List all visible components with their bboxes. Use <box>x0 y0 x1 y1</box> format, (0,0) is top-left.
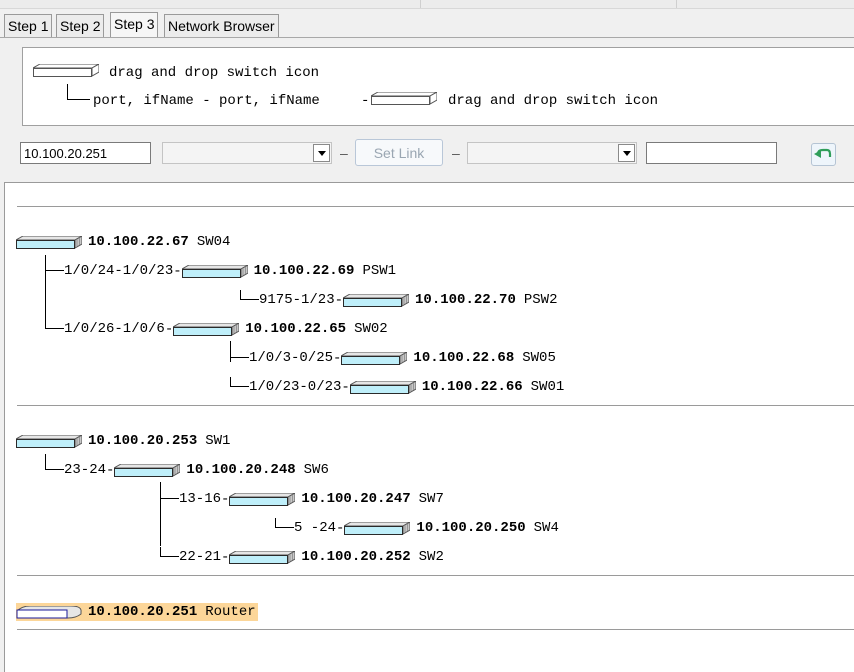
right-port-select[interactable] <box>467 142 637 164</box>
node-ports: 22-21 <box>179 549 222 565</box>
switch-icon[interactable] <box>229 551 295 564</box>
separator-dash: – <box>452 145 460 161</box>
node-name: SW4 <box>533 520 559 536</box>
legend-line-2: port, ifName - port, ifName <box>93 93 320 109</box>
separator-dash: – <box>340 145 348 161</box>
node-ip: 10.100.22.67 <box>88 234 189 250</box>
tree-node[interactable]: 1/0/26-1/0/6- 10.100.22.65 SW02 <box>45 319 388 338</box>
tree-elbow <box>240 290 259 300</box>
legend-connector <box>67 84 90 100</box>
tree-elbow <box>230 377 249 387</box>
target-input[interactable] <box>646 142 777 164</box>
chevron-down-icon[interactable] <box>618 144 635 162</box>
node-ports: 5 -24 <box>294 520 337 536</box>
router-ip: 10.100.20.251 <box>88 604 198 620</box>
tab-step-2[interactable]: Step 2 <box>56 14 105 37</box>
switch-icon <box>371 92 437 105</box>
node-ip: 10.100.22.65 <box>245 321 347 337</box>
tab-network-browser[interactable]: Network Browser <box>164 14 279 37</box>
tree-elbow <box>275 518 294 528</box>
tree-elbow <box>45 261 64 271</box>
switch-icon[interactable] <box>341 352 407 365</box>
router-name: Router <box>205 604 256 620</box>
switch-icon[interactable] <box>173 323 239 336</box>
router-row[interactable]: 10.100.20.251 Router <box>16 603 258 621</box>
switch-icon <box>33 64 99 77</box>
divider <box>420 0 421 8</box>
tree-node[interactable]: 23-24- 10.100.20.248 SW6 <box>45 460 329 479</box>
tree-node[interactable]: 22-21- 10.100.20.252 SW2 <box>160 547 444 566</box>
tree-node[interactable]: 9175-1/23- 10.100.22.70 PSW2 <box>240 290 558 309</box>
legend-line-1: drag and drop switch icon <box>109 65 320 81</box>
switch-icon[interactable] <box>182 265 248 278</box>
node-name: SW2 <box>418 549 444 565</box>
tab-bar: Step 1 Step 2 Step 3 Network Browser <box>0 12 854 38</box>
node-name: SW05 <box>522 350 556 366</box>
group-separator <box>17 575 854 576</box>
topology-tree[interactable]: 10.100.22.67 SW04 1/0/24-1/0/23- 10.100.22… <box>4 182 854 672</box>
tree-node[interactable]: 5 -24- 10.100.20.250 SW4 <box>275 518 559 537</box>
tree-node[interactable]: 1/0/24-1/0/23- 10.100.22.69 PSW1 <box>45 261 397 280</box>
tab-divider <box>0 37 854 38</box>
node-ip: 10.100.22.70 <box>415 292 516 308</box>
node-ports: 1/0/23-0/23 <box>249 379 342 395</box>
undo-button[interactable] <box>811 143 836 166</box>
node-ip: 10.100.22.66 <box>421 379 523 395</box>
tree-root[interactable]: 10.100.22.67 SW04 <box>16 234 230 250</box>
tree-node[interactable]: 13-16- 10.100.20.247 SW7 <box>160 489 444 508</box>
switch-icon[interactable] <box>16 236 82 249</box>
ip-input[interactable]: 10.100.20.251 <box>20 142 151 164</box>
tab-step-1[interactable]: Step 1 <box>4 14 53 37</box>
undo-icon <box>814 148 832 158</box>
node-name: SW1 <box>205 433 231 449</box>
node-name: PSW1 <box>362 263 397 279</box>
tree-elbow <box>160 489 179 499</box>
node-ports: 1/0/26-1/0/6 <box>64 321 165 337</box>
node-name: PSW2 <box>523 292 558 308</box>
tree-node[interactable]: 1/0/3-0/25- 10.100.22.68 SW05 <box>230 348 556 367</box>
group-separator <box>17 629 854 630</box>
switch-icon[interactable] <box>229 493 295 506</box>
node-ip: 10.100.20.253 <box>88 433 198 449</box>
chevron-down-icon[interactable] <box>313 144 330 162</box>
node-ip: 10.100.20.252 <box>301 549 411 565</box>
node-name: SW02 <box>354 321 388 337</box>
switch-icon[interactable] <box>16 435 82 448</box>
tree-elbow <box>45 319 64 329</box>
node-ports: 23-24 <box>64 462 107 478</box>
switch-icon[interactable] <box>350 381 416 394</box>
node-ip: 10.100.22.69 <box>253 263 355 279</box>
switch-icon[interactable] <box>114 464 180 477</box>
divider <box>676 0 677 8</box>
tree-elbow <box>230 348 249 358</box>
legend-line-2-suffix: drag and drop switch icon <box>448 93 659 109</box>
switch-icon[interactable] <box>344 522 410 535</box>
node-ports: 1/0/3-0/25 <box>249 350 334 366</box>
node-ports: 1/0/24-1/0/23 <box>64 263 174 279</box>
node-ip: 10.100.20.248 <box>186 462 296 478</box>
switch-icon[interactable] <box>343 294 409 307</box>
node-ip: 10.100.20.250 <box>416 520 526 536</box>
node-ip: 10.100.20.247 <box>301 491 411 507</box>
node-ports: 13-16 <box>179 491 222 507</box>
legend-panel: drag and drop switch icon port, ifName -… <box>22 47 854 126</box>
group-separator <box>17 206 854 207</box>
tree-elbow <box>45 460 64 470</box>
left-port-select[interactable] <box>162 142 332 164</box>
node-name: SW01 <box>530 379 565 395</box>
tree-root[interactable]: 10.100.20.253 SW1 <box>16 433 230 449</box>
tree-elbow <box>160 547 179 557</box>
tab-step-3[interactable]: Step 3 <box>110 12 159 38</box>
router-icon[interactable] <box>16 606 82 619</box>
group-separator <box>17 405 854 406</box>
tree-node[interactable]: 1/0/23-0/23- 10.100.22.66 SW01 <box>230 377 565 396</box>
node-name: SW7 <box>418 491 444 507</box>
node-ip: 10.100.22.68 <box>413 350 515 366</box>
node-name: SW04 <box>196 234 231 250</box>
node-ports: 9175-1/23 <box>259 292 335 308</box>
top-strip <box>0 0 854 9</box>
node-name: SW6 <box>303 462 329 478</box>
set-link-button[interactable]: Set Link <box>355 139 443 166</box>
legend-dash: - <box>361 93 370 109</box>
